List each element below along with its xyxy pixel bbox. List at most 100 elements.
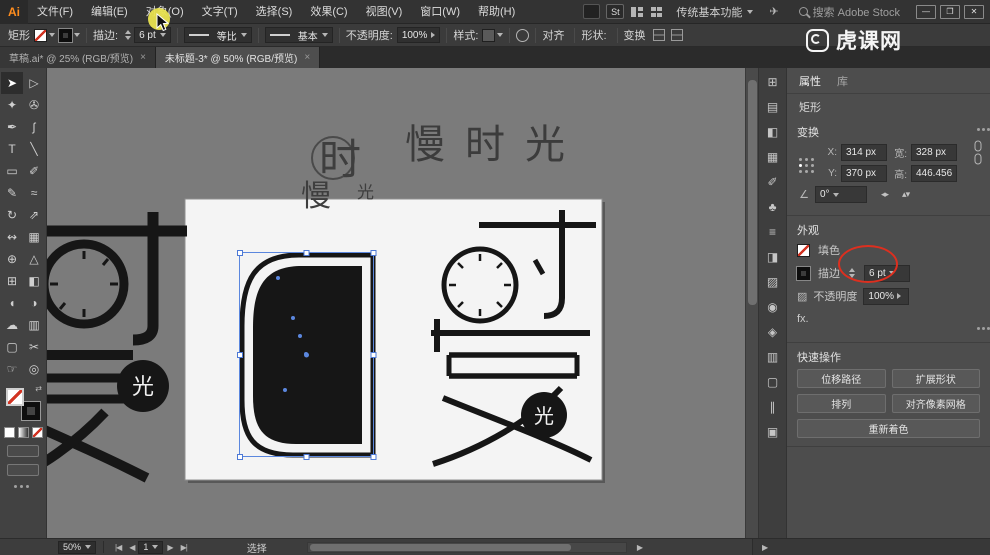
blend-tool[interactable]: ◑ <box>23 292 45 314</box>
chevron-down-icon[interactable] <box>74 33 80 37</box>
tab-properties[interactable]: 属性 <box>799 73 821 89</box>
arrange-button[interactable]: 排列 <box>797 394 886 413</box>
artboard-number-select[interactable]: 1 <box>138 540 164 554</box>
gradient-mode-button[interactable] <box>17 427 29 438</box>
none-mode-button[interactable] <box>31 427 43 438</box>
bridge-icon[interactable] <box>583 4 601 19</box>
horizontal-scrollbar-thumb[interactable] <box>309 543 571 551</box>
stroke-swatch[interactable] <box>22 402 40 420</box>
menu-edit[interactable]: 编辑(E) <box>82 0 137 24</box>
isolate-object-icon[interactable] <box>652 29 665 41</box>
graphic-styles-panel-icon[interactable]: ◈ <box>763 324 783 340</box>
swatches-panel-icon[interactable]: ▦ <box>763 149 783 165</box>
slice-tool[interactable]: ✂ <box>23 336 45 358</box>
select-similar-objects-icon[interactable] <box>670 29 683 41</box>
appearance-panel-icon[interactable]: ◉ <box>763 299 783 315</box>
panel-grid-icon[interactable]: ⊞ <box>763 74 783 90</box>
artboards-panel-icon[interactable]: ▢ <box>763 374 783 390</box>
x-input[interactable]: 314 px <box>841 144 887 161</box>
perspective-grid-tool[interactable]: △ <box>23 248 45 270</box>
panel-scroll-right-icon[interactable]: ▶ <box>762 543 768 552</box>
pencil-tool[interactable]: ✎ <box>1 182 23 204</box>
expand-shape-button[interactable]: 扩展形状 <box>891 369 980 388</box>
rectangle-tool[interactable]: ▭ <box>1 160 23 182</box>
offset-path-button[interactable]: 位移路径 <box>797 369 886 388</box>
asset-export-panel-icon[interactable]: ▣ <box>763 424 783 440</box>
align-panel-icon[interactable]: ∥ <box>763 399 783 415</box>
document-layout-icon[interactable] <box>650 6 663 18</box>
horizontal-scrollbar[interactable] <box>306 541 627 553</box>
close-tab-icon[interactable]: × <box>140 52 146 63</box>
stroke-weight-select[interactable]: 6 pt <box>864 264 910 282</box>
scale-tool[interactable]: ⇗ <box>23 204 45 226</box>
rotate-tool[interactable]: ↻ <box>1 204 23 226</box>
opacity-select[interactable]: 100% <box>396 27 441 43</box>
menu-select[interactable]: 选择(S) <box>247 0 302 24</box>
rotate-angle-select[interactable]: 0° <box>815 186 867 203</box>
chevron-down-icon[interactable] <box>49 33 55 37</box>
ai-logo[interactable]: Ai <box>0 0 28 24</box>
close-tab-icon[interactable]: × <box>304 52 310 63</box>
height-input[interactable]: 446.456 <box>911 165 957 182</box>
stroke-panel-icon[interactable]: ≡ <box>763 224 783 240</box>
fill-color-swatch[interactable] <box>34 28 47 42</box>
gradient-tool[interactable]: ◧ <box>23 270 45 292</box>
menu-view[interactable]: 视图(V) <box>357 0 412 24</box>
adobe-stock-icon[interactable]: St <box>606 4 625 19</box>
shape-builder-tool[interactable]: ⊕ <box>1 248 23 270</box>
flip-vertical-button[interactable]: ▴▾ <box>902 189 910 200</box>
eyedropper-tool[interactable]: ◖ <box>1 292 23 314</box>
mesh-tool[interactable]: ⊞ <box>1 270 23 292</box>
constrain-proportions-icon[interactable] <box>972 140 984 166</box>
vertical-scrollbar-thumb[interactable] <box>748 80 757 305</box>
menu-help[interactable]: 帮助(H) <box>469 0 524 24</box>
direct-selection-tool[interactable]: ▷ <box>23 72 45 94</box>
stroke-label[interactable]: 描边 <box>818 265 840 281</box>
minimize-button[interactable]: — <box>916 4 936 19</box>
align-label[interactable]: 对齐 <box>542 27 564 43</box>
workspace-switcher[interactable]: 传统基本功能 <box>676 4 754 20</box>
line-segment-tool[interactable]: ╲ <box>23 138 45 160</box>
menu-type[interactable]: 文字(T) <box>193 0 247 24</box>
stock-search[interactable]: 搜索 Adobe Stock <box>798 4 900 20</box>
opacity-select[interactable]: 100% <box>863 287 910 305</box>
shaper-tool[interactable]: ≈ <box>23 182 45 204</box>
prev-artboard-button[interactable]: ◀ <box>129 543 135 552</box>
color-mode-button[interactable] <box>3 427 15 438</box>
screen-mode-button[interactable] <box>7 464 39 476</box>
symbols-panel-icon[interactable]: ♣ <box>763 199 783 215</box>
stroke-weight-stepper[interactable] <box>849 268 855 278</box>
appearance-more-icon[interactable] <box>977 327 980 330</box>
layers-panel-icon[interactable]: ▥ <box>763 349 783 365</box>
stroke-swatch[interactable] <box>797 266 810 280</box>
gradient-panel-icon[interactable]: ◨ <box>763 249 783 265</box>
zoom-select[interactable]: 50% <box>58 540 97 554</box>
stroke-color-swatch[interactable] <box>59 28 72 42</box>
magic-wand-tool[interactable]: ✦ <box>1 94 23 116</box>
canvas-area[interactable]: 光 慢时光 时 慢 光 光 <box>47 68 745 538</box>
brush-definition-select[interactable]: 基本 <box>264 27 333 43</box>
pen-tool[interactable]: ✒ <box>1 116 23 138</box>
stroke-weight-stepper[interactable] <box>125 30 132 40</box>
transparency-panel-icon[interactable]: ▨ <box>763 274 783 290</box>
guang-circle[interactable]: 光 <box>521 392 567 438</box>
type-tool[interactable]: T <box>1 138 23 160</box>
recolor-button[interactable]: 重新着色 <box>797 419 980 438</box>
arrange-documents-icon[interactable] <box>630 6 644 18</box>
restore-button[interactable]: ❐ <box>940 4 960 19</box>
hand-tool[interactable]: ☞ <box>1 358 23 380</box>
artboard-tool[interactable]: ▢ <box>1 336 23 358</box>
toolbar-overflow-icon[interactable] <box>14 485 17 488</box>
column-graph-tool[interactable]: ▥ <box>23 314 45 336</box>
symbol-sprayer-tool[interactable]: ☁ <box>1 314 23 336</box>
zoom-tool[interactable]: ◎ <box>23 358 45 380</box>
document-tab-draft[interactable]: 草稿.ai* @ 25% (RGB/预览) × <box>0 47 156 68</box>
flip-horizontal-button[interactable]: ◂▸ <box>881 189 889 200</box>
menu-file[interactable]: 文件(F) <box>28 0 82 24</box>
menu-effect[interactable]: 效果(C) <box>301 0 356 24</box>
width-tool[interactable]: ↭ <box>1 226 23 248</box>
fill-swatch[interactable] <box>6 388 24 406</box>
canvas-title-text[interactable]: 慢时光 <box>405 123 585 167</box>
recolor-artwork-icon[interactable] <box>516 28 530 42</box>
free-transform-tool[interactable]: ▦ <box>23 226 45 248</box>
